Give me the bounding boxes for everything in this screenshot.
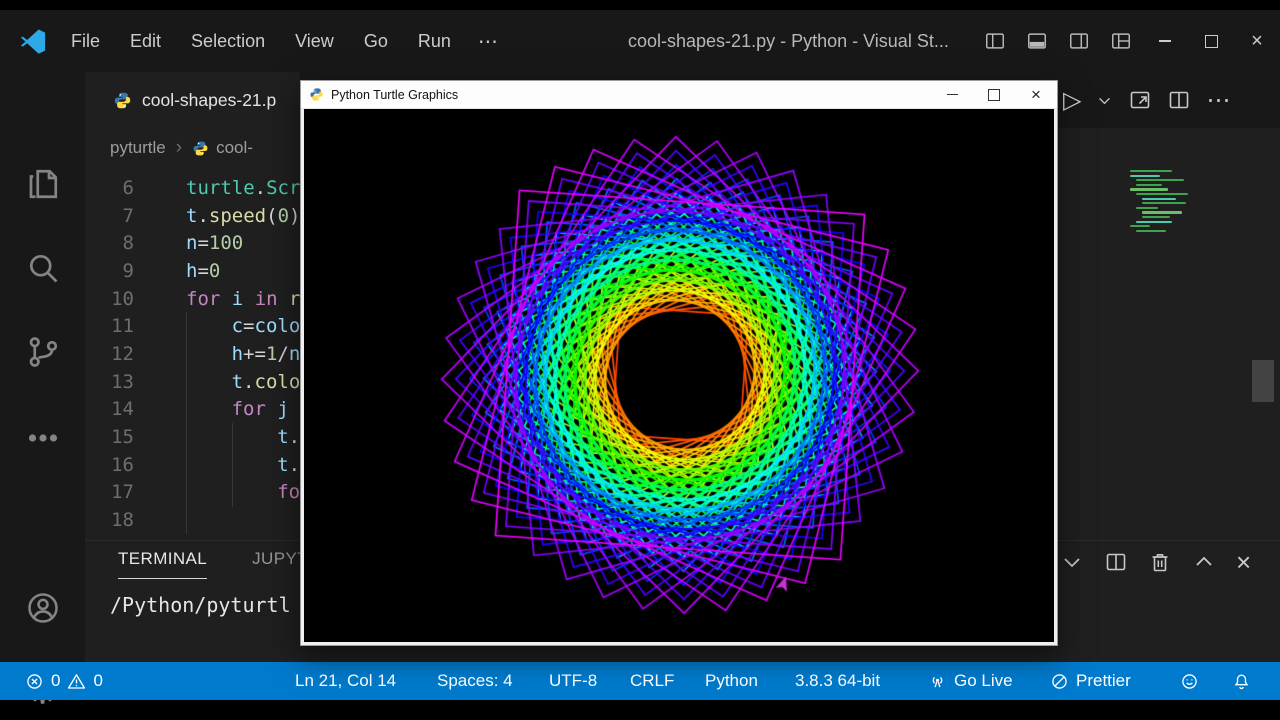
line-number[interactable]: 12 bbox=[85, 343, 150, 365]
minimize-button[interactable] bbox=[1142, 10, 1188, 72]
window-title: cool-shapes-21.py - Python - Visual St..… bbox=[628, 10, 998, 72]
line-number[interactable]: 7 bbox=[85, 205, 150, 227]
toggle-sidebar-icon[interactable] bbox=[984, 30, 1006, 52]
format-slash-icon bbox=[1050, 672, 1069, 691]
editor-more-actions-icon[interactable]: ⋯ bbox=[1206, 86, 1230, 115]
minimap-line bbox=[1142, 202, 1186, 204]
error-count: 0 bbox=[51, 671, 60, 691]
line-number[interactable]: 10 bbox=[85, 288, 150, 310]
search-icon[interactable] bbox=[0, 250, 85, 286]
minimap[interactable] bbox=[1130, 170, 1240, 234]
python-file-icon bbox=[192, 140, 209, 157]
broadcast-icon bbox=[928, 672, 947, 691]
turtle-window-titlebar[interactable]: Python Turtle Graphics × bbox=[301, 81, 1057, 109]
toggle-panel-icon[interactable] bbox=[1026, 30, 1048, 52]
line-number[interactable]: 14 bbox=[85, 398, 150, 420]
menu-go[interactable]: Go bbox=[349, 31, 403, 52]
minimap-line bbox=[1130, 188, 1168, 190]
breadcrumb-separator-icon: › bbox=[176, 137, 182, 159]
explorer-icon[interactable] bbox=[0, 166, 85, 202]
warning-icon bbox=[67, 672, 86, 691]
line-number[interactable]: 18 bbox=[85, 509, 150, 531]
turtle-maximize-button[interactable] bbox=[973, 81, 1015, 108]
minimap-line bbox=[1130, 225, 1150, 227]
line-number[interactable]: 13 bbox=[85, 371, 150, 393]
warning-count: 0 bbox=[93, 671, 102, 691]
minimap-line bbox=[1130, 170, 1172, 172]
menubar: FileEditSelectionViewGoRun bbox=[56, 31, 466, 52]
turtle-close-button[interactable]: × bbox=[1015, 81, 1057, 108]
titlebar: FileEditSelectionViewGoRun ⋯ cool-shapes… bbox=[0, 10, 1280, 72]
python-file-icon bbox=[113, 91, 132, 110]
minimap-line bbox=[1136, 179, 1184, 181]
breadcrumb-folder[interactable]: pyturtle bbox=[110, 138, 166, 158]
minimap-line bbox=[1142, 211, 1182, 213]
notifications-bell-icon[interactable] bbox=[1232, 662, 1251, 700]
feedback-icon[interactable] bbox=[1180, 662, 1199, 700]
activity-bar: ⚙ bbox=[0, 72, 85, 662]
turtle-canvas bbox=[304, 109, 1054, 642]
run-dropdown-chevron-icon[interactable] bbox=[1096, 92, 1113, 109]
minimap-line bbox=[1136, 207, 1158, 209]
minimap-line bbox=[1136, 230, 1166, 232]
line-number[interactable]: 6 bbox=[85, 177, 150, 199]
cursor-position[interactable]: Ln 21, Col 14 bbox=[295, 662, 396, 700]
run-python-file-icon[interactable]: ▷ bbox=[1063, 86, 1081, 115]
line-number[interactable]: 16 bbox=[85, 454, 150, 476]
turtle-graphics-window: Python Turtle Graphics × bbox=[300, 80, 1058, 646]
prettier-status[interactable]: Prettier bbox=[1050, 662, 1131, 700]
menu-file[interactable]: File bbox=[56, 31, 115, 52]
more-actions-icon[interactable] bbox=[0, 420, 85, 456]
error-icon bbox=[25, 672, 44, 691]
line-number[interactable]: 8 bbox=[85, 232, 150, 254]
tab-terminal[interactable]: TERMINAL bbox=[118, 549, 207, 579]
maximize-panel-chevron-icon[interactable] bbox=[1192, 550, 1216, 574]
minimap-line bbox=[1136, 193, 1188, 195]
terminal-output[interactable]: /Python/pyturtl bbox=[110, 593, 291, 617]
menu-edit[interactable]: Edit bbox=[115, 31, 176, 52]
line-number[interactable]: 9 bbox=[85, 260, 150, 282]
language-mode[interactable]: Python bbox=[705, 662, 758, 700]
minimap-line bbox=[1136, 184, 1162, 186]
breadcrumb-file[interactable]: cool- bbox=[216, 138, 253, 158]
tab-cool-shapes[interactable]: cool-shapes-21.p bbox=[85, 72, 301, 128]
split-terminal-icon[interactable] bbox=[1104, 550, 1128, 574]
open-to-side-icon[interactable] bbox=[1128, 88, 1152, 112]
menu-view[interactable]: View bbox=[280, 31, 349, 52]
status-bar: 0 0 Ln 21, Col 14 Spaces: 4 UTF-8 CRLF P… bbox=[0, 662, 1280, 700]
terminal-dropdown-chevron-icon[interactable] bbox=[1060, 550, 1084, 574]
close-panel-icon[interactable]: × bbox=[1236, 550, 1251, 574]
menu-run[interactable]: Run bbox=[403, 31, 466, 52]
toggle-secondary-sidebar-icon[interactable] bbox=[1068, 30, 1090, 52]
turtle-minimize-button[interactable] bbox=[931, 81, 973, 108]
eol-status[interactable]: CRLF bbox=[630, 662, 674, 700]
scrollbar-thumb[interactable] bbox=[1252, 360, 1274, 402]
line-number[interactable]: 11 bbox=[85, 315, 150, 337]
minimap-line bbox=[1136, 221, 1172, 223]
menu-overflow-icon[interactable]: ⋯ bbox=[466, 29, 510, 54]
turtle-window-title: Python Turtle Graphics bbox=[331, 88, 458, 102]
go-live-button[interactable]: Go Live bbox=[928, 662, 1013, 700]
encoding-status[interactable]: UTF-8 bbox=[549, 662, 597, 700]
source-control-icon[interactable] bbox=[0, 334, 85, 370]
account-icon[interactable] bbox=[0, 590, 85, 626]
maximize-button[interactable] bbox=[1188, 10, 1234, 72]
line-number[interactable]: 15 bbox=[85, 426, 150, 448]
python-app-icon bbox=[309, 87, 324, 102]
vscode-logo-icon bbox=[18, 26, 48, 56]
screen: FileEditSelectionViewGoRun ⋯ cool-shapes… bbox=[0, 0, 1280, 720]
customize-layout-icon[interactable] bbox=[1110, 30, 1132, 52]
python-interpreter[interactable]: 3.8.3 64-bit bbox=[795, 662, 880, 700]
close-button[interactable]: × bbox=[1234, 10, 1280, 72]
problems-status[interactable]: 0 0 bbox=[25, 662, 103, 700]
line-number[interactable]: 17 bbox=[85, 481, 150, 503]
kill-terminal-trash-icon[interactable] bbox=[1148, 550, 1172, 574]
menu-selection[interactable]: Selection bbox=[176, 31, 280, 52]
split-editor-icon[interactable] bbox=[1167, 88, 1191, 112]
indentation-status[interactable]: Spaces: 4 bbox=[437, 662, 513, 700]
tab-label: cool-shapes-21.p bbox=[142, 90, 276, 111]
minimap-line bbox=[1142, 216, 1170, 218]
minimap-line bbox=[1130, 175, 1160, 177]
minimap-line bbox=[1142, 198, 1176, 200]
